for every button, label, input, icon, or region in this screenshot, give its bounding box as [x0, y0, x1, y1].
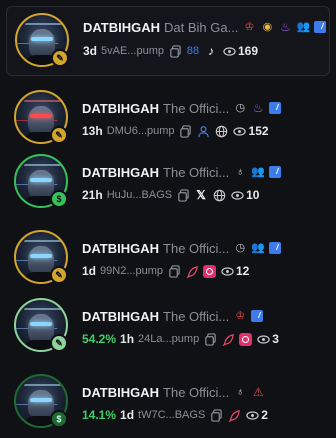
view-count: 152	[233, 124, 269, 138]
token-address[interactable]: DMU6...pump	[107, 125, 175, 137]
view-count: 169	[222, 44, 258, 58]
token-address[interactable]: HuJu...BAGS	[107, 189, 172, 201]
view-count-value: 3	[272, 332, 279, 346]
token-row[interactable]: ✎ DATBIHGAH The Offici... ♔ 54.2% 1h 24L…	[0, 290, 336, 362]
token-age: 1d	[82, 264, 97, 278]
eye-icon	[230, 188, 244, 202]
token-age: 1h	[120, 332, 135, 346]
chef-hat-icon: ♔	[235, 310, 246, 322]
view-count: 10	[230, 188, 259, 202]
token-address[interactable]: 24La...pump	[138, 333, 199, 345]
token-address[interactable]: 5vAE...pump	[101, 45, 164, 57]
user-icon[interactable]	[197, 124, 211, 138]
token-name: DATBIHGAH	[82, 240, 160, 256]
token-age: 3d	[83, 44, 98, 58]
check-square-icon	[251, 310, 264, 322]
copy-icon[interactable]	[167, 264, 181, 278]
token-avatar[interactable]: ✎	[14, 90, 68, 144]
copy-icon[interactable]	[168, 44, 182, 58]
token-age: 21h	[82, 188, 103, 202]
token-avatar[interactable]: ✎	[14, 230, 68, 284]
x-icon[interactable]: 𝕏	[194, 188, 208, 202]
moneybag-icon: ♁	[236, 386, 245, 398]
people-icon: 👥	[251, 242, 266, 254]
token-avatar[interactable]: $	[14, 154, 68, 208]
copy-icon[interactable]	[179, 124, 193, 138]
check-square-icon	[269, 242, 282, 254]
clock-icon: ◷	[235, 242, 246, 254]
instagram-icon[interactable]	[203, 264, 216, 278]
view-count: 3	[256, 332, 279, 346]
token-avatar[interactable]: ✎	[14, 298, 68, 352]
moneybag-icon: ♁	[236, 166, 245, 178]
eye-icon	[220, 264, 234, 278]
globe-icon[interactable]	[212, 188, 226, 202]
feather-icon[interactable]	[227, 408, 241, 422]
people-icon: 👥	[296, 21, 311, 33]
globe-icon[interactable]	[215, 124, 229, 138]
token-address[interactable]: 99N2...pump	[100, 265, 163, 277]
check-square-icon	[269, 102, 282, 114]
token-name: DATBIHGAH	[82, 164, 160, 180]
token-name: DATBIHGAH	[82, 308, 160, 324]
eye-icon	[222, 44, 236, 58]
pump-badge-icon: ✎	[50, 126, 68, 144]
feather-icon[interactable]	[185, 264, 199, 278]
token-row[interactable]: ✎ DATBIHGAH Dat Bih Ga... ♔ ◉ ♨ 👥 3d 5vA…	[6, 6, 330, 76]
view-count: 12	[220, 264, 249, 278]
view-count-value: 152	[248, 124, 269, 138]
pump-badge-icon: ✎	[50, 266, 68, 284]
coin-icon: ◉	[262, 21, 273, 33]
feather-icon[interactable]	[221, 332, 235, 346]
instagram-icon[interactable]	[239, 332, 253, 346]
bags-badge-icon: $	[50, 410, 68, 428]
view-count: 2	[245, 408, 268, 422]
flame-icon: ♨	[280, 20, 291, 34]
chef-hat-icon: ♔	[244, 21, 255, 33]
pump-badge-icon: ✎	[50, 334, 68, 352]
eye-icon	[233, 124, 247, 138]
bags-badge-icon: $	[50, 190, 68, 208]
token-row[interactable]: ✎ DATBIHGAH The Offici... ◷ 👥 1d 99N2...…	[0, 222, 336, 294]
token-avatar[interactable]: $	[14, 374, 68, 428]
view-count-value: 12	[236, 264, 250, 278]
token-name: DATBIHGAH	[82, 384, 160, 400]
token-address[interactable]: tW7C...BAGS	[138, 409, 205, 421]
clock-icon: ◷	[235, 102, 246, 114]
token-desc: Dat Bih Ga...	[164, 19, 239, 35]
holders-icon[interactable]: 88	[186, 44, 200, 58]
token-desc: The Offici...	[163, 100, 230, 116]
view-count-value: 10	[246, 188, 260, 202]
flame-icon: ♨	[252, 101, 264, 115]
token-row[interactable]: $ DATBIHGAH The Offici... ♁ 👥 21h HuJu..…	[0, 146, 336, 218]
token-name: DATBIHGAH	[82, 100, 160, 116]
tiktok-icon[interactable]: ♪	[204, 44, 218, 58]
eye-icon	[245, 408, 259, 422]
check-square-icon	[269, 166, 282, 178]
token-desc: The Offici...	[163, 164, 230, 180]
token-row[interactable]: ✎ DATBIHGAH The Offici... ◷ ♨ 13h DMU6..…	[0, 82, 336, 154]
people-icon: 👥	[251, 166, 266, 178]
token-desc: The Offici...	[163, 384, 230, 400]
token-avatar[interactable]: ✎	[15, 13, 69, 67]
bonding-percent: 54.2%	[82, 332, 117, 346]
token-list: ✎ DATBIHGAH Dat Bih Ga... ♔ ◉ ♨ 👥 3d 5vA…	[0, 0, 336, 432]
copy-icon[interactable]	[176, 188, 190, 202]
token-age: 13h	[82, 124, 103, 138]
token-name: DATBIHGAH	[83, 19, 161, 35]
token-desc: The Offici...	[163, 240, 230, 256]
token-desc: The Offici...	[163, 308, 230, 324]
copy-icon[interactable]	[203, 332, 217, 346]
token-row[interactable]: $ DATBIHGAH The Offici... ♁ ⚠ 14.1% 1d t…	[0, 366, 336, 438]
token-age: 1d	[120, 408, 135, 422]
pump-badge-icon: ✎	[51, 49, 69, 67]
view-count-value: 169	[238, 44, 259, 58]
copy-icon[interactable]	[209, 408, 223, 422]
view-count-value: 2	[261, 408, 268, 422]
check-square-icon	[314, 21, 327, 33]
bonding-percent: 14.1%	[82, 408, 117, 422]
eye-icon	[256, 332, 270, 346]
warning-icon: ⚠	[252, 385, 264, 399]
